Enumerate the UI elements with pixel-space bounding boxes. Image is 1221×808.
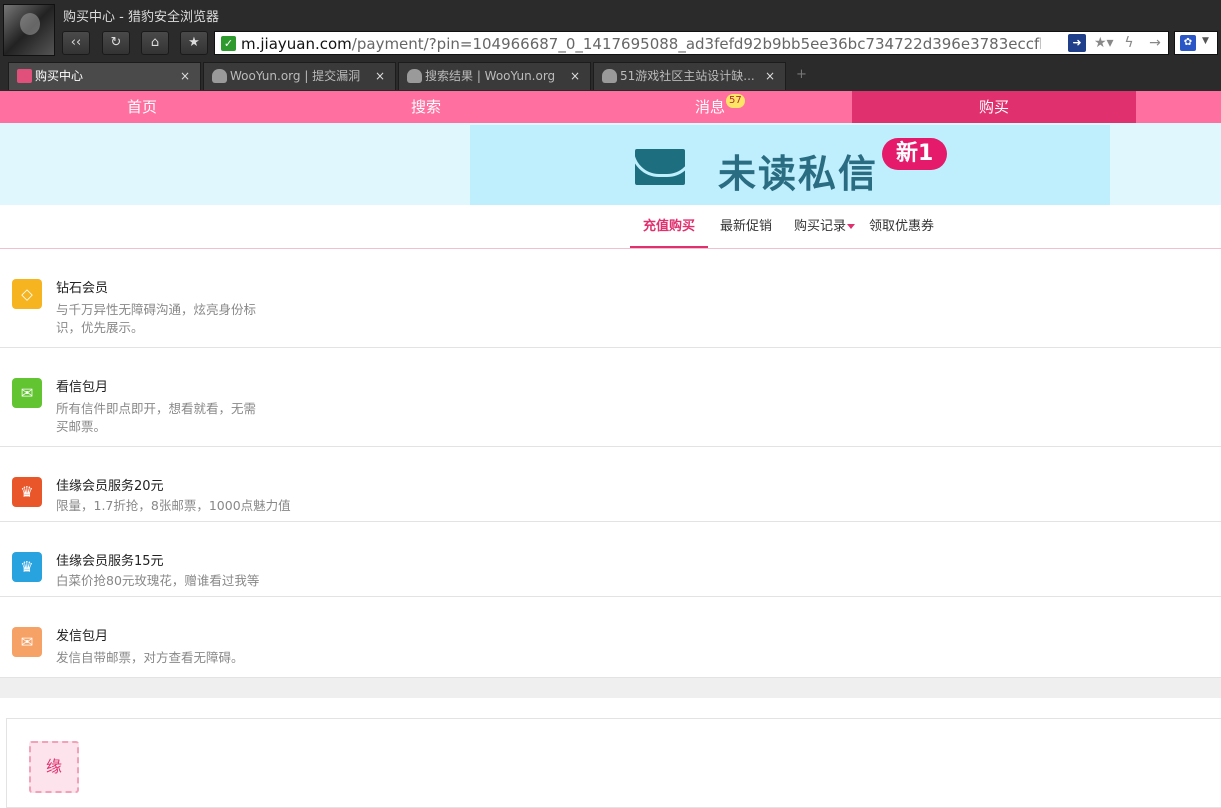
chevron-down-icon: ▼ (1202, 36, 1209, 46)
banner-text: 未读私信 (718, 152, 879, 196)
product-diamond-member[interactable]: ◇ 钻石会员 与千万异性无障碍沟通，炫亮身份标识，优先展示。 (0, 249, 1221, 348)
nav-label: 购买 (978, 98, 1009, 116)
tab-purchase-center[interactable]: 购买中心 × (8, 62, 201, 90)
message-count-badge: 57 (726, 94, 745, 108)
product-desc: 白菜价抢80元玫瑰花，赠谁看过我等 (56, 573, 260, 588)
window-title: 购买中心 - 猎豹安全浏览器 (63, 10, 219, 25)
product-title: 发信包月 (56, 629, 109, 644)
cloud-icon (212, 69, 227, 83)
tab-wooyun-submit[interactable]: WooYun.org | 提交漏洞 × (203, 62, 396, 90)
secure-check-icon: ✓ (221, 36, 236, 51)
tab-label: WooYun.org | 提交漏洞 (230, 69, 361, 83)
product-desc: 所有信件即点即开，想看就看，无需买邮票。 (56, 401, 257, 434)
favorites-button[interactable]: ★ (180, 31, 208, 55)
open-letter-icon: ✉ (12, 378, 42, 408)
product-desc: 发信自带邮票，对方查看无障碍。 (56, 650, 244, 665)
lightning-icon[interactable]: ϟ (1120, 34, 1138, 52)
product-title: 佳缘会员服务20元 (56, 479, 164, 494)
nav-messages[interactable]: 消息 57 (568, 91, 852, 123)
url-text[interactable]: m.jiayuan.com/payment/?pin=104966687_0_1… (241, 35, 1041, 53)
nav-label: 首页 (126, 98, 157, 116)
section-divider (0, 678, 1221, 698)
cloud-icon (407, 69, 422, 83)
tab-promotions[interactable]: 最新促销 (720, 205, 772, 248)
tab-coupons[interactable]: 领取优惠券 (869, 205, 934, 248)
close-icon[interactable]: × (375, 63, 385, 89)
stamp-logo-icon: 缘 (29, 741, 79, 793)
caret-down-icon (847, 224, 856, 229)
forward-arrow-icon[interactable]: → (1146, 34, 1164, 52)
close-icon[interactable]: × (180, 63, 190, 89)
cloud-icon (602, 69, 617, 83)
vip-crown-icon: ♛ (12, 552, 42, 582)
close-icon[interactable]: × (570, 63, 580, 89)
close-icon[interactable]: × (765, 63, 775, 89)
tab-label: 搜索结果 | WooYun.org (425, 69, 556, 83)
nav-home[interactable]: 首页 (0, 91, 284, 123)
tab-strip: 购买中心 × WooYun.org | 提交漏洞 × 搜索结果 | WooYun… (8, 62, 807, 90)
nav-label: 消息 (694, 98, 725, 116)
browser-chrome: 购买中心 - 猎豹安全浏览器 ‹‹ ↻ ⌂ ★ ✓ m.jiayuan.com/… (0, 0, 1221, 91)
nav-search[interactable]: 搜索 (284, 91, 568, 123)
address-bar[interactable]: ✓ m.jiayuan.com/payment/?pin=104966687_0… (214, 31, 1169, 55)
home-button[interactable]: ⌂ (141, 31, 169, 55)
diamond-icon: ◇ (12, 279, 42, 309)
tab-wooyun-search[interactable]: 搜索结果 | WooYun.org × (398, 62, 591, 90)
envelope-icon (635, 149, 685, 185)
paw-icon: ✿ (1180, 35, 1196, 51)
product-read-letter-monthly[interactable]: ✉ 看信包月 所有信件即点即开，想看就看，无需买邮票。 (0, 348, 1221, 447)
nav-buy[interactable]: 购买 (852, 91, 1136, 123)
product-vip-15[interactable]: ♛ 佳缘会员服务15元 白菜价抢80元玫瑰花，赠谁看过我等 (0, 522, 1221, 597)
tab-label: 51游戏社区主站设计缺... (620, 69, 755, 83)
tab-purchase-history[interactable]: 购买记录 (794, 205, 856, 248)
user-avatar[interactable] (3, 4, 55, 56)
product-desc: 与千万异性无障碍沟通，炫亮身份标识，优先展示。 (56, 302, 257, 335)
refresh-button[interactable]: ↻ (102, 31, 130, 55)
tab-label: 购买记录 (794, 219, 847, 234)
new-tab-button[interactable]: + (788, 62, 807, 90)
new-count-badge: 新1 (882, 138, 948, 170)
product-title: 佳缘会员服务15元 (56, 554, 164, 569)
bottom-panel: 缘 (6, 718, 1221, 808)
vip-crown-icon: ♛ (12, 477, 42, 507)
product-title: 钻石会员 (56, 281, 109, 296)
product-send-letter-monthly[interactable]: ✉ 发信包月 发信自带邮票，对方查看无障碍。 (0, 597, 1221, 678)
tab-label: 购买中心 (35, 69, 84, 83)
unread-message-banner[interactable]: 未读私信 新1 (470, 125, 1110, 205)
tab-51game[interactable]: 51游戏社区主站设计缺... × (593, 62, 786, 90)
sub-tabs: 充值购买 最新促销 购买记录 领取优惠券 (0, 205, 1221, 249)
tab-recharge[interactable]: 充值购买 (630, 205, 708, 248)
back-button[interactable]: ‹‹ (62, 31, 90, 55)
star-dropdown-icon[interactable]: ★▾ (1094, 34, 1114, 52)
share-icon[interactable]: ➜ (1068, 34, 1086, 52)
nav-label: 搜索 (410, 98, 441, 116)
send-letter-icon: ✉ (12, 627, 42, 657)
product-desc: 限量，1.7折抢，8张邮票，1000点魅力值 (56, 498, 291, 513)
site-nav: 首页 搜索 消息 57 购买 (0, 91, 1221, 123)
jiayuan-favicon-icon (17, 69, 32, 83)
product-vip-20[interactable]: ♛ 佳缘会员服务20元 限量，1.7折抢，8张邮票，1000点魅力值 (0, 447, 1221, 522)
url-path: /payment/?pin=104966687_0_1417695088_ad3… (351, 35, 1041, 53)
search-engine-selector[interactable]: ✿ ▼ (1174, 31, 1218, 55)
url-domain: m.jiayuan.com (241, 35, 352, 53)
product-title: 看信包月 (56, 380, 109, 395)
